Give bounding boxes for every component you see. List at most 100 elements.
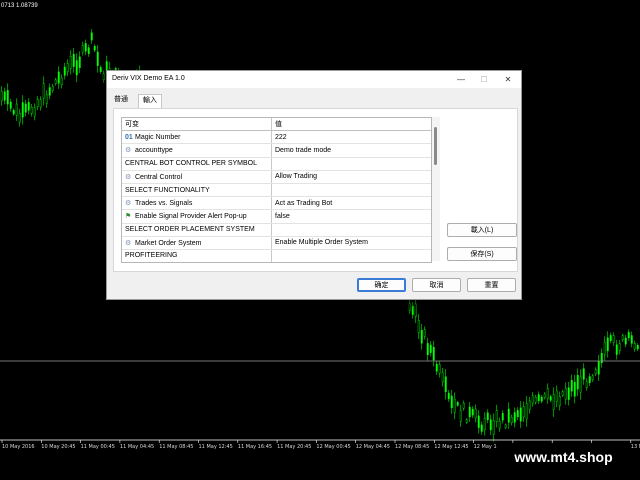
candle-body xyxy=(558,396,561,407)
candle-body xyxy=(87,47,90,54)
grid-row[interactable]: ⚑ Enable Signal Provider Alert Pop-up fals… xyxy=(122,209,431,224)
candle-body xyxy=(90,32,93,41)
minimize-icon[interactable]: — xyxy=(450,71,472,88)
bool-icon: ⚑ xyxy=(125,213,132,221)
grid-section-row[interactable]: SELECT FUNCTIONALITY xyxy=(122,183,431,198)
save-button[interactable]: 保存(S) xyxy=(447,247,517,261)
grid-section-row[interactable]: CENTRAL BOT CONTROL PER SYMBOL xyxy=(122,157,431,171)
variable-name: Trades vs. Signals xyxy=(135,200,193,208)
candle-body xyxy=(21,102,24,118)
grid-cell-value[interactable]: Demo trade mode xyxy=(271,143,431,158)
candle-body xyxy=(564,387,567,400)
candle-body xyxy=(417,319,420,333)
candle-body xyxy=(591,375,594,381)
candle-body xyxy=(66,63,69,73)
candle-body xyxy=(531,395,534,404)
candle-body xyxy=(444,376,447,393)
candle-body xyxy=(27,102,30,111)
grid-cell-value[interactable]: false xyxy=(271,209,431,224)
candle-body xyxy=(438,364,441,374)
grid-cell-variable[interactable]: CENTRAL BOT CONTROL PER SYMBOL xyxy=(122,157,272,171)
load-button[interactable]: 載入(L) xyxy=(447,223,517,237)
grid-cell-value[interactable] xyxy=(271,183,431,198)
candle-body xyxy=(528,400,531,410)
candle-body xyxy=(420,330,423,344)
grid-row[interactable]: ⚙ Market Order System Enable Multiple Orde… xyxy=(122,236,431,250)
x-axis-tick-label: 12 May 04:45 xyxy=(356,444,390,450)
grid-cell-variable[interactable]: ⚙ Market Order System xyxy=(122,236,272,250)
cancel-button[interactable]: 取消 xyxy=(412,278,461,292)
candle-body xyxy=(48,87,51,96)
candle-body xyxy=(51,85,54,91)
candle-body xyxy=(537,394,540,402)
candle-body xyxy=(60,77,63,86)
close-icon[interactable]: ✕ xyxy=(497,71,519,88)
grid-cell-variable[interactable]: SELECT ORDER PLACEMENT SYSTEM xyxy=(122,223,272,237)
grid-cell-value[interactable] xyxy=(271,223,431,237)
grid-section-row[interactable]: PROFITEERING xyxy=(122,249,431,262)
candle-body xyxy=(600,353,603,364)
grid-cell-value[interactable]: Allow Trading xyxy=(271,170,431,184)
grid-cell-value[interactable]: 222 xyxy=(271,130,431,145)
grid-cell-variable[interactable]: ⚙ Trades vs. Signals xyxy=(122,196,272,211)
grid-cell-variable[interactable]: SELECT FUNCTIONALITY xyxy=(122,183,272,198)
candle-body xyxy=(585,381,588,388)
grid-scroll-thumb[interactable] xyxy=(434,127,437,165)
candle-body xyxy=(75,60,78,76)
candle-body xyxy=(423,329,426,337)
tab-common[interactable]: 普通 xyxy=(110,94,132,106)
column-header-value[interactable]: 值 xyxy=(271,118,431,132)
variable-name: accounttype xyxy=(135,147,173,155)
candle-body xyxy=(84,43,87,52)
variable-name: SELECT ORDER PLACEMENT SYSTEM xyxy=(125,226,255,234)
tab-inputs[interactable]: 輸入 xyxy=(138,94,162,108)
grid-row[interactable]: ⚙ accounttype Demo trade mode xyxy=(122,143,431,158)
grid-row[interactable]: ⚙ Trades vs. Signals Act as Trading Bot xyxy=(122,196,431,211)
candle-body xyxy=(486,412,489,420)
candle-body xyxy=(483,417,486,431)
grid-cell-variable[interactable]: PROFITEERING xyxy=(122,249,272,262)
candle-body xyxy=(18,113,21,123)
grid-cell-value[interactable] xyxy=(271,249,431,262)
dialog-titlebar[interactable]: Deriv VIX Demo EA 1.0 — ☐ ✕ xyxy=(107,71,521,88)
candle-body xyxy=(615,344,618,355)
grid-cell-value[interactable]: Enable Multiple Order System xyxy=(271,236,431,250)
grid-cell-value[interactable]: Act as Trading Bot xyxy=(271,196,431,211)
grid-cell-variable[interactable]: 01 Magic Number xyxy=(122,130,272,145)
candle-body xyxy=(474,408,477,419)
reset-button[interactable]: 重置 xyxy=(467,278,516,292)
grid-scrollbar[interactable] xyxy=(432,117,440,261)
candle-body xyxy=(39,99,42,108)
candle-body xyxy=(576,375,579,390)
grid-cell-value[interactable] xyxy=(271,157,431,171)
variable-name: Central Control xyxy=(135,173,183,181)
ok-button[interactable]: 确定 xyxy=(357,278,406,292)
dialog-title: Deriv VIX Demo EA 1.0 xyxy=(112,75,185,82)
candle-body xyxy=(24,103,27,113)
grid-cell-variable[interactable]: ⚙ accounttype xyxy=(122,143,272,158)
candle-body xyxy=(540,396,543,402)
candle-body xyxy=(432,347,435,361)
grid-cell-variable[interactable]: ⚙ Central Control xyxy=(122,170,272,184)
candle-body xyxy=(102,73,105,80)
candle-body xyxy=(459,410,462,422)
grid-row[interactable]: 01 Magic Number 222 xyxy=(122,130,431,145)
candle-body xyxy=(618,343,621,352)
candle-body xyxy=(519,407,522,422)
candle-body xyxy=(471,408,474,416)
x-axis-tick-label: 11 May 12:45 xyxy=(199,444,233,450)
candle-body xyxy=(450,395,453,409)
grid-row[interactable]: ⚙ Central Control Allow Trading xyxy=(122,170,431,184)
maximize-icon: ☐ xyxy=(480,75,488,84)
candle-body xyxy=(33,107,36,117)
candle-body xyxy=(15,103,18,116)
enum-icon: ⚙ xyxy=(125,239,132,247)
candle-body xyxy=(408,303,411,311)
grid-section-row[interactable]: SELECT ORDER PLACEMENT SYSTEM xyxy=(122,223,431,237)
candle-body xyxy=(411,305,414,315)
x-axis-tick-label: 11 May 16:45 xyxy=(238,444,272,450)
column-header-variable[interactable]: 可变 xyxy=(122,118,272,132)
candle-body xyxy=(582,368,585,380)
grid-cell-variable[interactable]: ⚑ Enable Signal Provider Alert Pop-up xyxy=(122,209,272,224)
candle-body xyxy=(522,406,525,418)
